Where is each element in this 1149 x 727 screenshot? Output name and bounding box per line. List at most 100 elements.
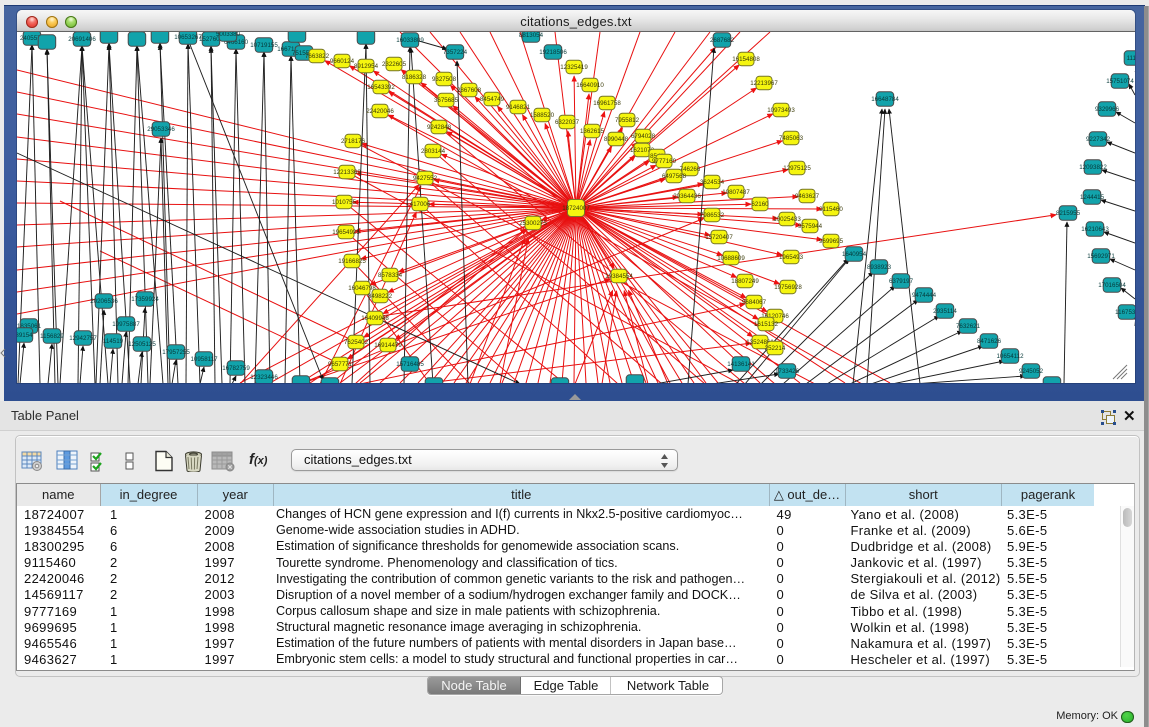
svg-text:16543392: 16543392	[367, 84, 395, 91]
svg-text:9699695: 9699695	[819, 238, 844, 245]
svg-text:16033809: 16033809	[396, 37, 424, 44]
svg-text:9684067: 9684067	[742, 299, 767, 306]
svg-text:16961758: 16961758	[593, 100, 621, 107]
svg-text:10719155: 10719155	[250, 42, 278, 49]
svg-text:2687682: 2687682	[710, 37, 735, 44]
svg-text:252214: 252214	[765, 345, 786, 352]
svg-text:16648784: 16648784	[871, 96, 899, 103]
svg-text:1156829: 1156829	[40, 333, 64, 340]
svg-text:2803144: 2803144	[421, 148, 446, 155]
svg-text:6322037: 6322037	[555, 119, 580, 126]
svg-text:22420046: 22420046	[366, 108, 394, 115]
svg-text:7485063: 7485063	[779, 135, 804, 142]
svg-text:9245052: 9245052	[1019, 368, 1044, 375]
svg-text:1965493: 1965493	[779, 254, 804, 261]
svg-text:18807249: 18807249	[731, 278, 759, 285]
svg-text:1362615: 1362615	[580, 128, 605, 135]
svg-text:9427552: 9427552	[413, 175, 438, 182]
svg-text:6794028: 6794028	[631, 133, 656, 140]
svg-text:8215955: 8215955	[1056, 210, 1081, 217]
svg-text:12323446: 12323446	[250, 374, 278, 381]
svg-text:9227342: 9227342	[1086, 136, 1111, 143]
svg-text:9242848: 9242848	[427, 124, 452, 131]
svg-text:10975887: 10975887	[112, 321, 140, 328]
svg-text:3498222: 3498222	[368, 293, 393, 300]
svg-text:7357224: 7357224	[443, 49, 468, 56]
svg-text:39154: 39154	[17, 332, 33, 339]
svg-text:5003380: 5003380	[216, 32, 241, 38]
svg-text:1010755: 1010755	[332, 199, 357, 206]
svg-text:9146821: 9146821	[506, 104, 531, 111]
svg-text:6497568: 6497568	[662, 173, 687, 180]
svg-text:7625402: 7625402	[344, 339, 369, 346]
svg-text:1733426: 1733426	[775, 368, 800, 375]
svg-text:12093822: 12093822	[1079, 164, 1107, 171]
svg-text:29053346: 29053346	[147, 126, 175, 133]
svg-text:10958117: 10958117	[190, 356, 218, 363]
svg-text:15716485: 15716485	[396, 361, 424, 368]
svg-text:9474444: 9474444	[912, 292, 937, 299]
svg-text:16154808: 16154808	[732, 56, 760, 63]
svg-text:8186328: 8186328	[402, 74, 427, 81]
svg-text:7663822: 7663822	[305, 53, 330, 60]
svg-text:20691406: 20691406	[68, 36, 96, 43]
svg-text:8471626: 8471626	[977, 338, 1002, 345]
svg-text:25300275: 25300275	[519, 220, 547, 227]
svg-text:417006: 417006	[410, 201, 431, 208]
svg-text:19654925: 19654925	[332, 229, 360, 236]
svg-text:20364436: 20364436	[673, 193, 701, 200]
svg-text:1615132: 1615132	[754, 321, 779, 328]
svg-text:15720407: 15720407	[705, 234, 733, 241]
svg-text:1244415: 1244415	[1080, 194, 1105, 201]
svg-text:19384554: 19384554	[605, 273, 633, 280]
svg-text:7986532: 7986532	[700, 212, 725, 219]
svg-text:10807487: 10807487	[722, 189, 750, 196]
svg-text:2935114: 2935114	[933, 308, 957, 315]
svg-text:1117: 1117	[1127, 55, 1135, 62]
svg-text:12325419: 12325419	[560, 64, 588, 71]
svg-text:3675685: 3675685	[434, 97, 459, 104]
svg-text:1640954: 1640954	[842, 251, 867, 258]
svg-text:9657771: 9657771	[328, 361, 353, 368]
svg-text:16914479: 16914479	[374, 342, 402, 349]
svg-text:2322605: 2322605	[382, 61, 407, 68]
svg-text:14136141: 14136141	[727, 361, 755, 368]
svg-text:9575944: 9575944	[798, 223, 823, 230]
svg-text:20206536: 20206536	[90, 298, 118, 305]
svg-text:1167534: 1167534	[1115, 309, 1135, 316]
svg-text:12213967: 12213967	[750, 80, 778, 87]
svg-text:16409948: 16409948	[361, 315, 389, 322]
svg-text:17359924: 17359924	[131, 296, 159, 303]
svg-text:9660124: 9660124	[330, 58, 355, 65]
svg-text:9463627: 9463627	[795, 193, 820, 200]
svg-text:114519: 114519	[103, 338, 124, 345]
svg-text:19218506: 19218506	[539, 49, 567, 56]
svg-text:9327508: 9327508	[432, 76, 457, 83]
svg-text:7632621: 7632621	[956, 323, 981, 330]
svg-text:17016504: 17016504	[1098, 282, 1126, 289]
svg-text:12213369: 12213369	[333, 169, 361, 176]
svg-text:6379197: 6379197	[889, 278, 914, 285]
svg-text:15751074: 15751074	[1106, 78, 1134, 85]
svg-text:8912954: 8912954	[354, 63, 379, 70]
svg-text:12975125: 12975125	[783, 165, 811, 172]
svg-text:10654112: 10654112	[996, 353, 1024, 360]
svg-text:18724007: 18724007	[562, 205, 590, 212]
svg-text:10688609: 10688609	[717, 255, 745, 262]
svg-text:10025433: 10025433	[773, 216, 801, 223]
svg-text:16210643: 16210643	[1081, 226, 1109, 233]
svg-text:2718176: 2718176	[341, 138, 366, 145]
svg-text:7955812: 7955812	[615, 117, 640, 124]
svg-text:8938923: 8938923	[867, 264, 892, 271]
svg-text:9777169: 9777169	[652, 158, 677, 165]
svg-text:3624534: 3624534	[700, 179, 725, 186]
svg-text:16782759: 16782759	[222, 365, 250, 372]
svg-text:12505125: 12505125	[128, 341, 156, 348]
svg-text:8454749: 8454749	[480, 96, 505, 103]
svg-text:8990448: 8990448	[604, 136, 629, 143]
svg-text:9115460: 9115460	[819, 206, 843, 213]
svg-text:2867608: 2867608	[457, 87, 482, 94]
svg-text:9329966: 9329966	[1095, 106, 1120, 113]
svg-text:12942757: 12942757	[69, 335, 97, 342]
svg-text:10973493: 10973493	[767, 107, 795, 114]
